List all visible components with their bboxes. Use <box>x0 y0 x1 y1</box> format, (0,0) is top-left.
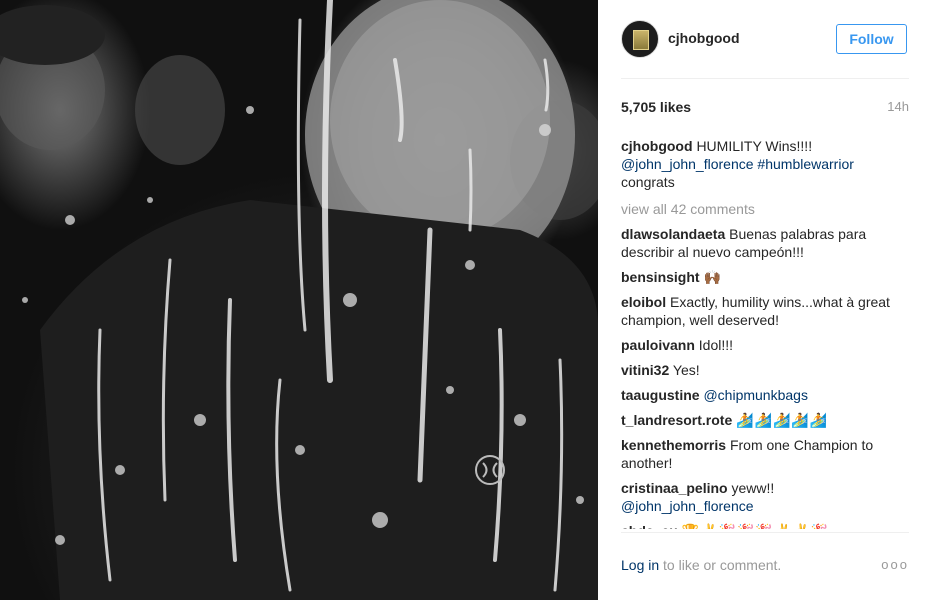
comment-item: bensinsight 🙌🏾 <box>621 268 911 286</box>
post-photo[interactable] <box>0 0 598 600</box>
comment-mention[interactable]: @john_john_florence <box>621 498 754 514</box>
comment-username[interactable]: chde_eu <box>621 523 678 529</box>
comment-text: Yes! <box>672 362 700 378</box>
comment-item: chde_eu 🏆✌🎉🎉🎉✌✌🎉 <box>621 522 911 529</box>
comment-item: eloibol Exactly, humility wins...what à … <box>621 293 911 329</box>
comment-username[interactable]: vitini32 <box>621 362 669 378</box>
comment-item: pauloivann Idol!!! <box>621 336 911 354</box>
comment-text: 🏆✌🎉🎉🎉✌✌🎉 <box>682 523 829 529</box>
comment-username[interactable]: t_landresort.rote <box>621 412 732 428</box>
view-all-comments-link[interactable]: view all 42 comments <box>621 200 911 218</box>
comment-text: 🙌🏾 <box>703 269 721 285</box>
comment-text: yeww!! <box>731 480 775 496</box>
comment-list[interactable]: cjhobgood HUMILITY Wins!!!! @john_john_f… <box>621 137 911 529</box>
more-options-icon[interactable]: ooo <box>881 557 909 572</box>
comment-item: cristinaa_pelino yeww!! @john_john_flore… <box>621 479 911 515</box>
login-prompt: Log in to like or comment. <box>621 557 781 573</box>
avatar[interactable] <box>621 20 659 58</box>
likes-count[interactable]: 5,705 likes <box>621 99 691 115</box>
caption-hashtag[interactable]: #humblewarrior <box>757 156 853 172</box>
login-text: to like or comment. <box>663 557 782 573</box>
post-timestamp[interactable]: 14h <box>887 99 909 114</box>
comment-text: Idol!!! <box>698 337 734 353</box>
photo-art <box>0 0 598 600</box>
post-username[interactable]: cjhobgood <box>668 30 740 46</box>
caption-text: HUMILITY Wins!!!! <box>696 138 813 154</box>
comment-username[interactable]: taaugustine <box>621 387 700 403</box>
avatar-image <box>633 30 649 50</box>
comment-mention[interactable]: @chipmunkbags <box>703 387 808 403</box>
comment-item: vitini32 Yes! <box>621 361 911 379</box>
follow-button[interactable]: Follow <box>836 24 907 54</box>
comment-username[interactable]: eloibol <box>621 294 666 310</box>
caption-username[interactable]: cjhobgood <box>621 138 693 154</box>
comment-item: t_landresort.rote 🏄🏄🏄🏄🏄 <box>621 411 911 429</box>
caption: cjhobgood HUMILITY Wins!!!! @john_john_f… <box>621 137 911 191</box>
header-divider <box>621 78 909 79</box>
comment-item: kennethemorris From one Champion to anot… <box>621 436 911 472</box>
comment-text: 🏄🏄🏄🏄🏄 <box>736 412 829 428</box>
comment-username[interactable]: dlawsolandaeta <box>621 226 725 242</box>
comment-username[interactable]: cristinaa_pelino <box>621 480 728 496</box>
post-side-panel: cjhobgood Follow 5,705 likes 14h cjhobgo… <box>598 0 933 600</box>
caption-mention[interactable]: @john_john_florence <box>621 156 754 172</box>
comment-item: taaugustine @chipmunkbags <box>621 386 911 404</box>
comment-username[interactable]: bensinsight <box>621 269 700 285</box>
login-link[interactable]: Log in <box>621 557 659 573</box>
comment-username[interactable]: kennethemorris <box>621 437 726 453</box>
caption-tail: congrats <box>621 174 675 190</box>
post-header: cjhobgood Follow <box>598 0 933 78</box>
footer-divider <box>621 532 909 533</box>
comment-item: dlawsolandaeta Buenas palabras para desc… <box>621 225 911 261</box>
comment-username[interactable]: pauloivann <box>621 337 695 353</box>
